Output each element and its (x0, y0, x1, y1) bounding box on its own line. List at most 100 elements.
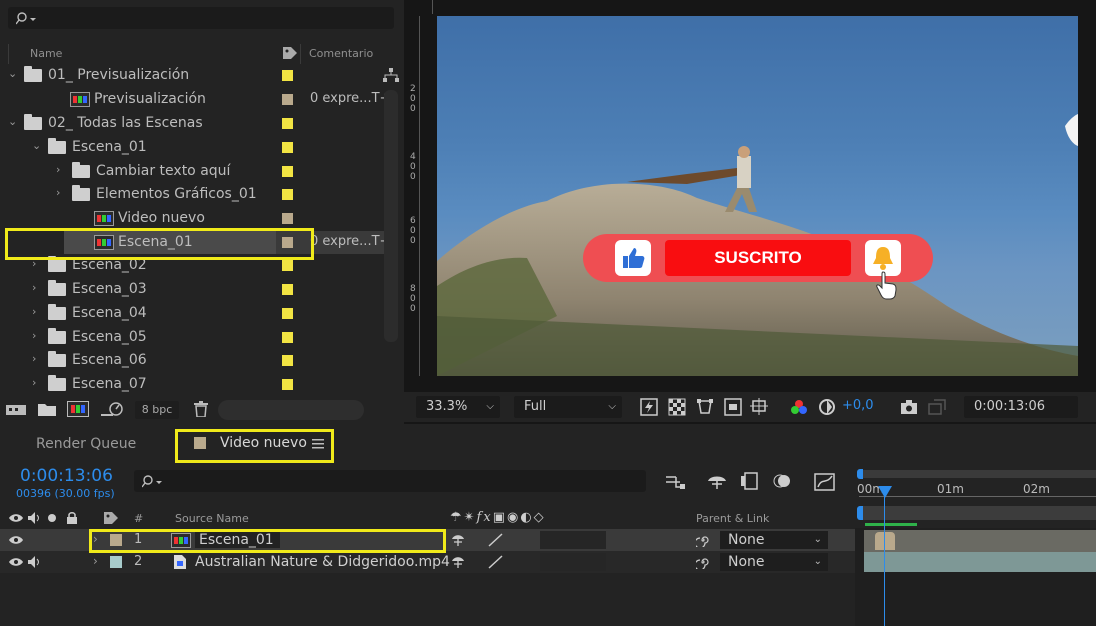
bpc-button[interactable]: 8 bpc (135, 401, 179, 419)
chevron-right-icon[interactable]: › (32, 353, 42, 364)
new-folder-icon[interactable] (38, 402, 58, 417)
mask-path-icon[interactable] (696, 398, 714, 416)
project-search-input[interactable] (8, 7, 394, 29)
chevron-right-icon[interactable]: › (56, 164, 66, 175)
project-settings-icon[interactable] (101, 401, 125, 417)
chevron-right-icon[interactable]: › (32, 258, 42, 269)
graph-editor-icon[interactable] (814, 471, 836, 491)
project-folder-item[interactable]: › Escena_03 (0, 278, 384, 301)
eye-icon[interactable] (9, 535, 23, 545)
label-swatch[interactable] (282, 213, 293, 224)
show-snapshot-icon[interactable] (928, 398, 946, 416)
column-comment[interactable]: Comentario (309, 47, 373, 60)
quality-switch-icon[interactable] (486, 531, 506, 549)
tab-render-queue[interactable]: Render Queue (36, 436, 136, 452)
project-comp-item[interactable]: Previsualización 0 expre...T+ (0, 88, 390, 111)
flowchart-icon[interactable] (383, 68, 399, 82)
thumbnail-slider[interactable] (218, 400, 364, 420)
label-swatch[interactable] (282, 94, 293, 105)
audio-icon[interactable] (28, 556, 42, 568)
chevron-down-icon[interactable]: ⌄ (8, 68, 18, 79)
column-source-name[interactable]: Source Name (175, 512, 249, 525)
project-folder-item[interactable]: › Elementos Gráficos_01 (0, 183, 384, 206)
timeline-search-input[interactable] (134, 470, 646, 492)
pickwhip-spiral-icon[interactable] (696, 555, 710, 569)
project-folder-item[interactable]: › Escena_07 (0, 373, 384, 396)
transparency-grid-icon[interactable] (668, 398, 686, 416)
snapshot-camera-icon[interactable] (900, 399, 918, 415)
trash-icon[interactable] (194, 401, 208, 417)
layer-label-color[interactable] (110, 556, 122, 568)
chevron-right-icon[interactable]: › (56, 187, 66, 198)
fast-previews-icon[interactable] (640, 398, 658, 416)
work-area-bar[interactable] (859, 470, 1096, 478)
project-comp-item[interactable]: Video nuevo (0, 207, 384, 230)
playhead-handle-icon[interactable] (878, 486, 892, 498)
quality-switch-icon[interactable] (486, 553, 506, 571)
shy-icon[interactable] (451, 555, 465, 569)
subscribed-button[interactable]: SUSCRITO (665, 240, 851, 276)
label-swatch[interactable] (282, 332, 293, 343)
navigator-bar[interactable] (859, 506, 1096, 520)
project-folder-item[interactable]: ⌄ 01_ Previsualización (0, 64, 384, 87)
switch-cells[interactable] (540, 531, 606, 549)
chevron-right-icon[interactable]: › (32, 377, 42, 388)
pickwhip-spiral-icon[interactable] (696, 533, 710, 547)
solo-dot-icon[interactable] (48, 514, 56, 522)
chevron-down-icon[interactable]: ⌄ (32, 140, 42, 151)
label-swatch[interactable] (282, 189, 293, 200)
project-folder-item[interactable]: › Escena_06 (0, 349, 384, 372)
color-channels-icon[interactable] (790, 398, 808, 416)
current-time[interactable]: 0:00:13:06 (20, 466, 113, 486)
interpret-footage-icon[interactable] (6, 402, 28, 416)
chevron-right-icon[interactable]: › (93, 554, 98, 568)
project-folder-item[interactable]: ⌄ 02_ Todas las Escenas (0, 112, 384, 135)
eye-icon[interactable] (9, 513, 23, 523)
label-swatch[interactable] (282, 142, 293, 153)
chevron-right-icon[interactable]: › (32, 306, 42, 317)
label-swatch[interactable] (282, 284, 293, 295)
label-swatch[interactable] (282, 355, 293, 366)
frame-blending-icon[interactable] (740, 472, 760, 490)
label-swatch[interactable] (282, 260, 293, 271)
layer-bar-1[interactable] (864, 530, 1096, 552)
zoom-select[interactable]: 33.3% ⌵ (416, 396, 500, 418)
new-composition-icon[interactable] (67, 401, 89, 417)
layer-row[interactable]: › 2 Australian Nature & Didgeridoo.mp4 N… (0, 551, 855, 573)
eye-icon[interactable] (9, 557, 23, 567)
layer-bar-2[interactable] (864, 552, 1096, 572)
composition-mini-flowchart-icon[interactable] (666, 474, 686, 490)
label-swatch[interactable] (282, 308, 293, 319)
audio-icon[interactable] (28, 512, 42, 524)
project-folder-item[interactable]: › Cambiar texto aquí (0, 160, 384, 183)
draft-3d-icon[interactable] (706, 472, 728, 490)
viewer-timecode[interactable]: 0:00:13:06 (964, 396, 1078, 418)
layer-name[interactable]: Australian Nature & Didgeridoo.mp4 (195, 554, 450, 570)
label-swatch[interactable] (282, 166, 293, 177)
label-tag-icon[interactable] (282, 46, 298, 60)
playhead[interactable] (884, 488, 885, 626)
project-scrollbar[interactable] (384, 90, 398, 342)
shy-icon[interactable] (451, 533, 465, 547)
switch-cells[interactable] (540, 553, 606, 571)
label-swatch[interactable] (282, 379, 293, 390)
composition-frame[interactable]: SUSCRITO (437, 16, 1078, 376)
parent-select[interactable]: None ⌄ (720, 531, 828, 549)
chevron-right-icon[interactable]: › (32, 330, 42, 341)
chevron-down-icon[interactable]: ⌄ (8, 116, 18, 127)
project-folder-item[interactable]: ⌄ Escena_01 (0, 136, 384, 159)
guides-icon[interactable] (750, 398, 770, 416)
chevron-right-icon[interactable]: › (32, 282, 42, 293)
reset-exposure-icon[interactable] (818, 398, 836, 416)
project-folder-item[interactable]: › Escena_05 (0, 326, 384, 349)
label-swatch[interactable] (282, 70, 293, 81)
parent-select[interactable]: None ⌄ (720, 553, 828, 571)
exposure-value[interactable]: +0,0 (842, 398, 874, 413)
project-folder-item[interactable]: › Escena_04 (0, 302, 384, 325)
region-of-interest-icon[interactable] (724, 398, 742, 416)
label-swatch[interactable] (282, 118, 293, 129)
resolution-select[interactable]: Full ⌵ (514, 396, 622, 418)
motion-blur-icon[interactable] (772, 472, 792, 490)
column-name[interactable]: Name (30, 47, 62, 60)
column-parent-link[interactable]: Parent & Link (696, 512, 769, 525)
